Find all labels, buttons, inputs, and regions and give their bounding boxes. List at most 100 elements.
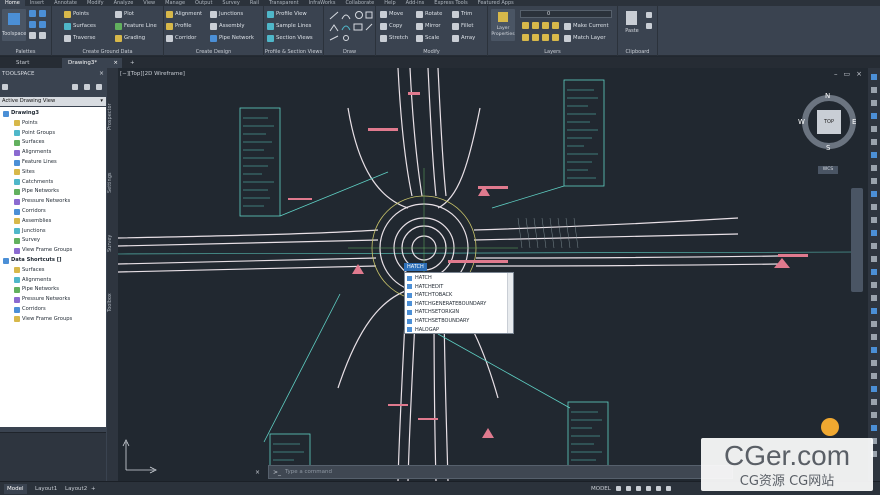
layer-tool-icon-4[interactable]: [552, 22, 559, 29]
layer-tool-icon-5[interactable]: [522, 34, 529, 41]
autocomplete-item[interactable]: HATCHEDIT: [407, 283, 443, 291]
toolbar-tool-icon[interactable]: [871, 165, 877, 171]
restore-icon[interactable]: ▭: [844, 70, 851, 78]
command-line[interactable]: × >_ Type a command: [255, 465, 733, 479]
tree-item[interactable]: View Frame Groups: [14, 315, 72, 324]
layer-tool-icon-3[interactable]: [542, 22, 549, 29]
palette-icon-4[interactable]: [39, 21, 46, 28]
toolbar-tool-icon[interactable]: [871, 191, 877, 197]
toolbar-tool-icon[interactable]: [871, 230, 877, 236]
stretch-button[interactable]: Stretch: [380, 33, 408, 43]
toolbar-tool-icon[interactable]: [871, 113, 877, 119]
toolbar-tool-icon[interactable]: [871, 269, 877, 275]
close-tab-icon[interactable]: ×: [113, 58, 118, 68]
toolspace-button[interactable]: Toolspace: [2, 9, 26, 41]
compass-north[interactable]: N: [825, 92, 830, 100]
new-tab-button[interactable]: +: [124, 58, 141, 68]
tab-layout1[interactable]: Layout1: [32, 484, 60, 494]
copy-clip-icon[interactable]: [646, 23, 652, 29]
add-layout-button[interactable]: +: [88, 484, 99, 494]
tree-item[interactable]: Feature Lines: [14, 158, 57, 167]
surfaces-button[interactable]: Surfaces: [64, 21, 96, 31]
copy-button[interactable]: Copy: [380, 21, 402, 31]
tree-item[interactable]: Catchments: [14, 178, 53, 187]
layer-tool-icon-8[interactable]: [552, 34, 559, 41]
autocomplete-item[interactable]: HATCH: [407, 274, 432, 282]
autocomplete-item[interactable]: HATCHSETORIGIN: [407, 308, 459, 316]
toolbar-tool-icon[interactable]: [871, 217, 877, 223]
navigation-bar[interactable]: [851, 188, 863, 292]
autocomplete-item[interactable]: HATCHSETBOUNDARY: [407, 317, 469, 325]
draw-tools-icons[interactable]: [328, 10, 374, 42]
sample-lines-button[interactable]: Sample Lines: [267, 21, 311, 31]
palette-icon-1[interactable]: [29, 10, 36, 17]
pipe-network-button[interactable]: Pipe Network: [210, 33, 254, 43]
palette-icon-3[interactable]: [29, 21, 36, 28]
toolbar-tool-icon[interactable]: [871, 373, 877, 379]
mirror-button[interactable]: Mirror: [416, 21, 441, 31]
fillet-button[interactable]: Fillet: [452, 21, 473, 31]
autocomplete-item[interactable]: HALOGAP: [407, 326, 439, 334]
points-button[interactable]: Points: [64, 9, 89, 19]
autocomplete-item[interactable]: HATCHTOBACK: [407, 291, 452, 299]
toolbar-tool-icon[interactable]: [871, 126, 877, 132]
layer-tool-icon-6[interactable]: [532, 34, 539, 41]
palette-icon-2[interactable]: [39, 10, 46, 17]
osnap-icon[interactable]: [656, 486, 661, 491]
compass-south[interactable]: S: [826, 144, 830, 152]
viewcube-top-face[interactable]: TOP: [817, 110, 841, 134]
tab-drawing[interactable]: Drawing3* ×: [62, 58, 122, 68]
toolbar-tool-icon[interactable]: [871, 321, 877, 327]
tab-start[interactable]: Start: [10, 58, 35, 68]
array-button[interactable]: Array: [452, 33, 475, 43]
profile-button[interactable]: Profile: [166, 21, 191, 31]
corridor-button[interactable]: Corridor: [166, 33, 196, 43]
tree-item[interactable]: Sites: [14, 168, 35, 177]
grid-icon[interactable]: [616, 486, 621, 491]
tree-item[interactable]: Point Groups: [14, 129, 55, 138]
autocomplete-item[interactable]: HATCHGENERATEBOUNDARY: [407, 300, 486, 308]
alignment-button[interactable]: Alignment: [166, 9, 202, 19]
toolbar-tool-icon[interactable]: [871, 178, 877, 184]
section-views-button[interactable]: Section Views: [267, 33, 313, 43]
toolbar-tool-icon[interactable]: [871, 139, 877, 145]
tree-item[interactable]: Alignments: [14, 148, 51, 157]
toolbar-tool-icon[interactable]: [871, 412, 877, 418]
tab-model[interactable]: Model: [4, 484, 27, 494]
side-tab-settings[interactable]: Settings: [107, 158, 118, 208]
view-dropdown[interactable]: Active Drawing View ▾: [0, 97, 106, 106]
layer-tool-icon-7[interactable]: [542, 34, 549, 41]
toolbar-tool-icon[interactable]: [871, 399, 877, 405]
layer-dropdown[interactable]: 0: [520, 10, 612, 18]
tree-item[interactable]: Assemblies: [14, 217, 51, 226]
profile-view-button[interactable]: Profile View: [267, 9, 307, 19]
grading-button[interactable]: Grading: [115, 33, 145, 43]
match-layer-button[interactable]: Match Layer: [564, 33, 606, 43]
tree-item[interactable]: Pipe Networks: [14, 187, 59, 196]
status-toggle-icons[interactable]: [616, 486, 696, 492]
toolbar-tool-icon[interactable]: [871, 243, 877, 249]
make-current-button[interactable]: Make Current: [564, 21, 609, 31]
wcs-menu[interactable]: WCS: [818, 166, 838, 174]
toolbar-tool-icon[interactable]: [871, 347, 877, 353]
autocomplete-scrollbar[interactable]: [507, 273, 513, 333]
ortho-icon[interactable]: [636, 486, 641, 491]
command-input[interactable]: Type a command: [285, 469, 332, 475]
viewcube[interactable]: TOP N S E W: [798, 92, 857, 152]
toolspace-tool-icon-1[interactable]: [72, 84, 78, 90]
side-tab-prospector[interactable]: Prospector: [107, 92, 118, 142]
toolspace-tool-icon-3[interactable]: [96, 84, 102, 90]
tree-item[interactable]: Drawing3: [3, 109, 39, 118]
viewport-controls-label[interactable]: [−][Top][2D Wireframe]: [120, 71, 185, 77]
layer-tool-icon-1[interactable]: [522, 22, 529, 29]
toolbar-tool-icon[interactable]: [871, 386, 877, 392]
command-autocomplete-list[interactable]: HATCH HATCHEDIT HATCHTOBACK HATCHGENERATEBO…: [404, 272, 514, 334]
close-icon[interactable]: ×: [856, 70, 862, 78]
toolbar-tool-icon[interactable]: [871, 87, 877, 93]
toolbar-tool-icon[interactable]: [871, 256, 877, 262]
toolbar-tool-icon[interactable]: [871, 204, 877, 210]
tree-item[interactable]: Pressure Networks: [14, 197, 70, 206]
tree-item[interactable]: Corridors: [14, 305, 46, 314]
palette-icon-5[interactable]: [29, 32, 36, 39]
minimize-icon[interactable]: –: [834, 70, 838, 78]
